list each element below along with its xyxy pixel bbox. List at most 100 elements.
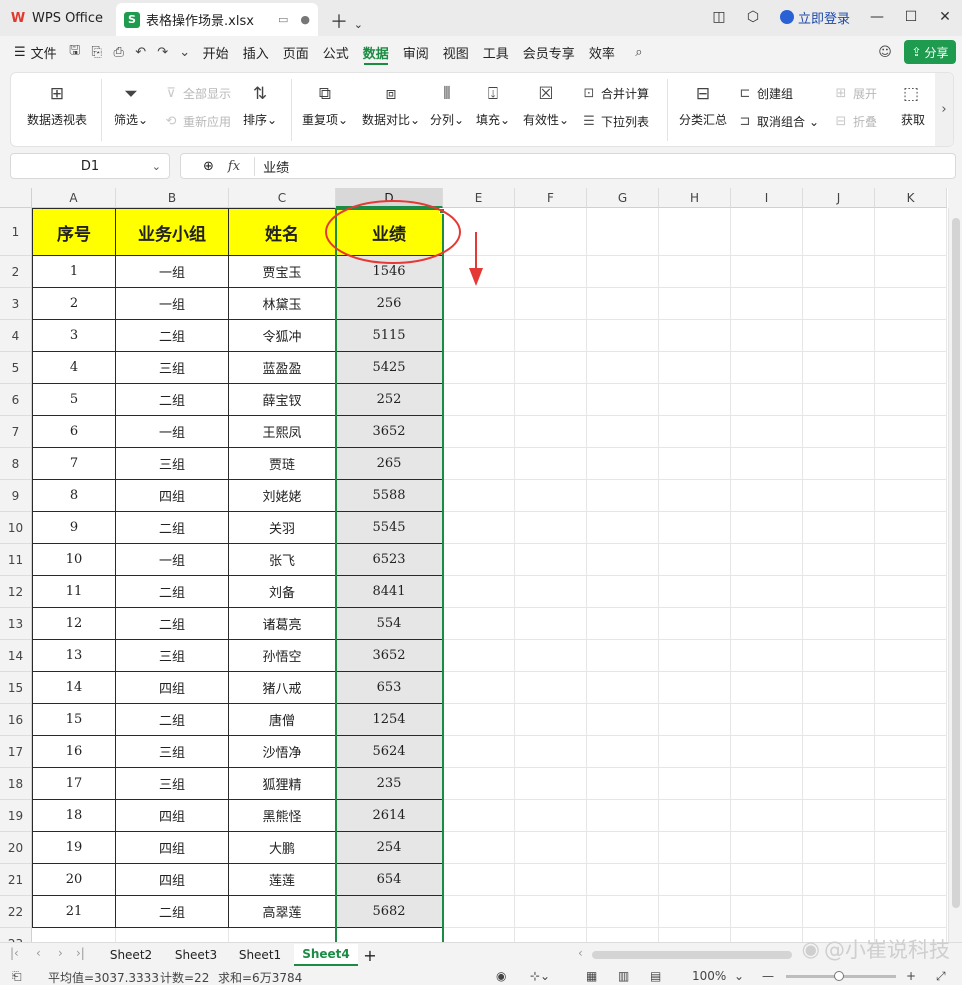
consolidate-button[interactable]: ⊡ 合并计算 [581,85,649,102]
empty-cell[interactable] [443,672,515,704]
table-cell[interactable]: 四组 [116,672,229,704]
table-cell[interactable]: 三组 [116,448,229,480]
table-cell[interactable]: 二组 [116,576,229,608]
table-cell[interactable]: 3652 [336,416,443,448]
empty-cell[interactable] [659,800,731,832]
select-all-corner[interactable] [0,188,32,208]
next-sheet-icon[interactable]: › [58,946,63,960]
table-cell[interactable]: 三组 [116,640,229,672]
table-cell[interactable]: 2614 [336,800,443,832]
table-cell[interactable]: 大鹏 [229,832,336,864]
row-header[interactable]: 9 [0,480,32,512]
empty-cell[interactable] [731,640,803,672]
row-header[interactable]: 8 [0,448,32,480]
empty-cell[interactable] [803,208,875,256]
empty-cell[interactable] [731,512,803,544]
vertical-scrollbar[interactable] [948,208,962,942]
table-cell[interactable]: 刘备 [229,576,336,608]
empty-cell[interactable] [659,448,731,480]
minimize-icon[interactable]: — [860,0,894,34]
empty-cell[interactable] [731,256,803,288]
row-header[interactable]: 12 [0,576,32,608]
empty-cell[interactable] [731,928,803,942]
empty-cell[interactable] [659,672,731,704]
empty-cell[interactable] [443,608,515,640]
table-cell[interactable]: 沙悟净 [229,736,336,768]
empty-cell[interactable] [443,320,515,352]
header-cell[interactable]: 序号 [32,208,116,256]
table-cell[interactable]: 235 [336,768,443,800]
get-data-button[interactable]: ⬚ 获取 [901,83,931,128]
table-cell[interactable]: 7 [32,448,116,480]
table-cell[interactable]: 21 [32,896,116,928]
empty-cell[interactable] [336,928,443,942]
empty-cell[interactable] [515,208,587,256]
empty-cell[interactable] [515,384,587,416]
empty-cell[interactable] [515,544,587,576]
empty-cell[interactable] [587,704,659,736]
table-cell[interactable]: 2 [32,288,116,320]
table-cell[interactable]: 256 [336,288,443,320]
empty-cell[interactable] [803,480,875,512]
empty-cell[interactable] [875,544,947,576]
redo-icon[interactable]: ↷ [152,36,174,68]
empty-cell[interactable] [515,576,587,608]
empty-cell[interactable] [731,704,803,736]
table-cell[interactable]: 二组 [116,896,229,928]
table-cell[interactable]: 三组 [116,736,229,768]
empty-cell[interactable] [731,208,803,256]
focus-mode-icon[interactable]: ⊹⌄ [530,969,550,983]
column-header-f[interactable]: F [515,188,587,208]
column-header-e[interactable]: E [443,188,515,208]
table-cell[interactable]: 653 [336,672,443,704]
share-button[interactable]: ⇪ 分享 [904,40,956,64]
table-cell[interactable]: 一组 [116,256,229,288]
table-cell[interactable]: 5682 [336,896,443,928]
empty-cell[interactable] [587,448,659,480]
empty-cell[interactable] [659,608,731,640]
table-cell[interactable]: 5425 [336,352,443,384]
empty-cell[interactable] [731,896,803,928]
empty-cell[interactable] [443,832,515,864]
reapply-button[interactable]: ⟲ 重新应用 [163,113,231,130]
fill-button[interactable]: ⍗ 填充⌄ [473,83,513,128]
horizontal-scrollbar[interactable] [592,951,792,959]
empty-cell[interactable] [875,768,947,800]
row-header[interactable]: 15 [0,672,32,704]
duplicates-button[interactable]: ⧉ 重复项⌄ [299,83,351,128]
expand-button[interactable]: ⊞ 展开 [833,85,877,102]
column-header-b[interactable]: B [116,188,229,208]
empty-cell[interactable] [587,928,659,942]
table-cell[interactable]: 254 [336,832,443,864]
empty-cell[interactable] [587,736,659,768]
empty-cell[interactable] [875,640,947,672]
table-cell[interactable]: 8 [32,480,116,512]
table-cell[interactable]: 3652 [336,640,443,672]
table-cell[interactable]: 252 [336,384,443,416]
empty-cell[interactable] [515,736,587,768]
table-cell[interactable]: 1254 [336,704,443,736]
collapse-button[interactable]: ⊟ 折叠 [833,113,877,130]
row-header[interactable]: 21 [0,864,32,896]
empty-cell[interactable] [515,640,587,672]
empty-cell[interactable] [659,544,731,576]
empty-cell[interactable] [875,416,947,448]
sort-button[interactable]: ⇅ 排序⌄ [237,83,283,128]
document-tab[interactable]: S 表格操作场景.xlsx ▭ ● [116,3,318,36]
table-cell[interactable]: 猪八戒 [229,672,336,704]
table-cell[interactable]: 四组 [116,832,229,864]
table-cell[interactable]: 265 [336,448,443,480]
empty-cell[interactable] [731,800,803,832]
app-brand[interactable]: W WPS Office [10,8,103,28]
empty-cell[interactable] [875,384,947,416]
table-cell[interactable]: 18 [32,800,116,832]
column-header-i[interactable]: I [731,188,803,208]
empty-cell[interactable] [731,576,803,608]
empty-cell[interactable] [875,288,947,320]
row-header[interactable]: 7 [0,416,32,448]
empty-cell[interactable] [803,704,875,736]
empty-cell[interactable] [731,736,803,768]
column-header-k[interactable]: K [875,188,947,208]
empty-cell[interactable] [587,768,659,800]
table-cell[interactable]: 黑熊怪 [229,800,336,832]
